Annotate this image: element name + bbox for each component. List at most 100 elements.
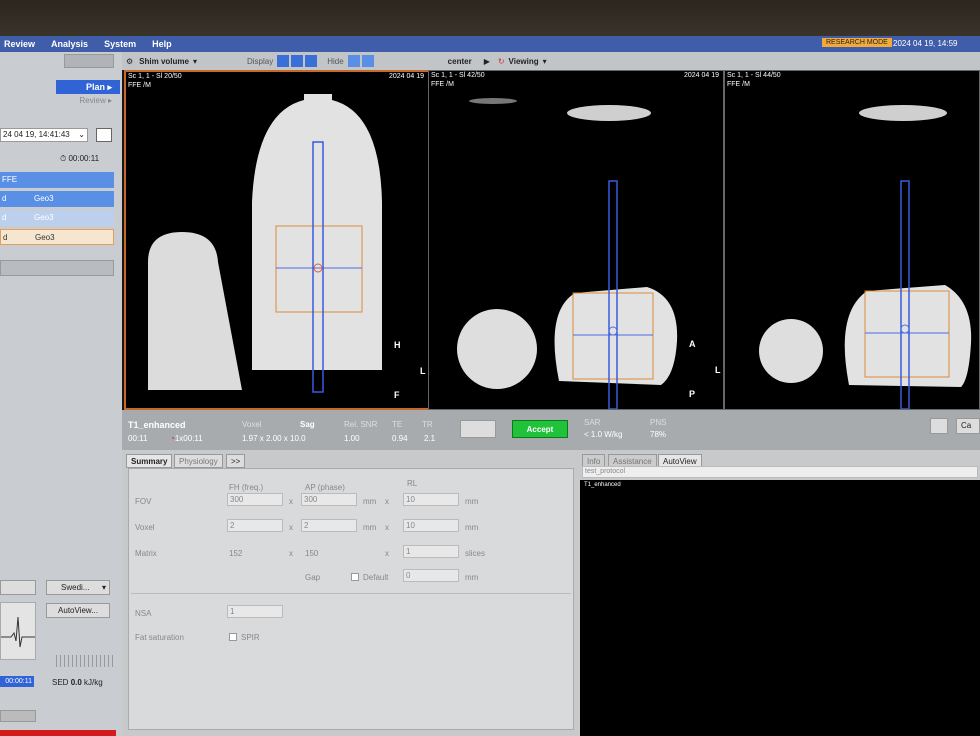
list-item[interactable]: d Geo3	[0, 191, 114, 207]
progress-bar: 00:00:11	[0, 676, 34, 687]
stop-bar[interactable]	[0, 730, 116, 736]
tab-summary[interactable]: Summary	[126, 454, 173, 468]
list-item[interactable]: d Geo3	[0, 229, 114, 245]
x-symbol: x	[289, 549, 293, 558]
fov-ap-field[interactable]: 300	[301, 493, 357, 506]
chevron-down-icon: ▾	[101, 583, 106, 592]
default-label: Default	[363, 573, 389, 582]
matrix-fh-value: 152	[229, 549, 243, 558]
tab-physiology[interactable]: Physiology	[174, 454, 223, 468]
scan-time: 00:11	[128, 434, 148, 443]
x-symbol: x	[289, 523, 293, 532]
tr-label: TR	[422, 420, 433, 429]
clock-icon: ⏱	[60, 154, 67, 163]
orient-bottom: P	[689, 389, 696, 399]
monitor-bezel	[0, 0, 980, 36]
protocol-info-bar: T1_enhanced 00:11 ◔1x00:11 Voxel 1.97 x …	[122, 410, 980, 450]
chevron-down-icon: ▾	[542, 56, 547, 66]
viewing-icon[interactable]: ↻	[498, 57, 505, 66]
default-checkbox[interactable]	[351, 573, 359, 581]
autoview-button[interactable]: AutoView...	[46, 603, 110, 618]
plan-button[interactable]: Plan ▸	[56, 80, 120, 94]
protocol-field[interactable]: test_protocol	[582, 466, 978, 478]
fov-label: FOV	[135, 497, 152, 506]
center-button[interactable]: center	[448, 57, 472, 66]
menu-review[interactable]: Review	[4, 39, 35, 49]
viewing-select[interactable]: Viewing	[509, 57, 539, 66]
chevron-down-icon: ⌄	[78, 130, 85, 139]
hide-icon-2[interactable]	[361, 55, 374, 67]
left-panel: Plan ▸ Review ▸ 24 04 19, 14:41:43 ⌄ ⏱ 00…	[0, 52, 122, 736]
divider	[131, 593, 571, 594]
snr-label: Rel. SNR	[344, 420, 378, 429]
mm-unit: mm	[465, 573, 479, 582]
tab-more[interactable]: >>	[226, 454, 246, 468]
orient-bottom: F	[394, 390, 400, 400]
autoview-panel: Info Assistance AutoView test_protocol T…	[580, 450, 980, 736]
gap-field[interactable]: 0	[403, 569, 459, 582]
column-rl: RL	[407, 479, 418, 488]
hide-icon-1[interactable]	[347, 55, 360, 67]
list-item[interactable]: d Geo3	[0, 210, 114, 226]
calendar-icon[interactable]	[96, 128, 112, 142]
chevron-down-icon: ▾	[192, 56, 197, 66]
left-small-field[interactable]	[0, 580, 36, 595]
shim-volume-select[interactable]: Shim volume	[139, 57, 189, 66]
display-icon-2[interactable]	[291, 55, 304, 67]
spir-checkbox[interactable]	[229, 633, 237, 641]
te-value: 0.94	[392, 434, 408, 443]
nsa-label: NSA	[135, 609, 152, 618]
gap-label: Gap	[305, 573, 321, 582]
axial-image-2	[759, 105, 972, 409]
snr-value: 1.00	[344, 434, 360, 443]
viewer-axial-2[interactable]: Sc 1, 1 - Sl 44/50 FFE /M	[724, 70, 980, 410]
mm-unit: mm	[363, 497, 377, 506]
shim-icon[interactable]: ⚙	[126, 57, 133, 66]
list-item[interactable]: FFE	[0, 172, 114, 188]
date-select[interactable]: 24 04 19, 14:41:43 ⌄	[0, 128, 88, 142]
sar-value: < 1.0 W/kg	[584, 430, 623, 439]
display-icon-1[interactable]	[277, 55, 290, 67]
top-nav-buttons[interactable]	[64, 54, 114, 68]
fov-fh-field[interactable]: 300	[227, 493, 283, 506]
orient-top: A	[689, 339, 696, 349]
spir-label: SPIR	[241, 633, 260, 642]
autoview-listing: T1_enhanced	[580, 480, 980, 736]
play-icon[interactable]: ▶	[484, 57, 490, 66]
review-button[interactable]: Review ▸	[56, 96, 120, 108]
voxel-value: 1.97 x 2.00 x 10.0	[242, 434, 306, 443]
viewer-toolbar: ⚙ Shim volume ▾ Display Hide center ▶ ↻ …	[122, 52, 980, 70]
slices-field[interactable]: 1	[403, 545, 459, 558]
accept-button[interactable]: Accept	[512, 420, 568, 438]
orient-right: L	[420, 366, 426, 376]
viewer-sagittal[interactable]: Sc 1, 1 - Sl 20/50 FFE /M 2024 04 19 H F…	[124, 70, 430, 410]
menu-help[interactable]: Help	[152, 39, 172, 49]
x-symbol: x	[385, 523, 389, 532]
voxel-fh-field[interactable]: 2	[227, 519, 283, 532]
voxel-rl-field[interactable]: 10	[403, 519, 459, 532]
ecg-trace	[0, 602, 36, 660]
nsa-field[interactable]: 1	[227, 605, 283, 618]
summary-form: FH (freq.) AP (phase) RL FOV 300 x 300 m…	[128, 468, 574, 730]
fat-saturation-label: Fat saturation	[135, 633, 184, 642]
axial-image-1	[457, 98, 678, 409]
display-icon-3[interactable]	[305, 55, 318, 67]
menu-system[interactable]: System	[104, 39, 136, 49]
display-label: Display	[246, 56, 274, 66]
mm-unit: mm	[363, 523, 377, 532]
scan-time-dynamic: ◔1x00:11	[170, 434, 203, 443]
cancel-button[interactable]: Ca	[956, 418, 980, 434]
swedi-select[interactable]: Swedi... ▾	[46, 580, 110, 595]
mm-unit: mm	[465, 523, 479, 532]
viewer-axial-1[interactable]: Sc 1, 1 - Sl 42/50 FFE /M 2024 04 19 A P…	[428, 70, 724, 410]
te-label: TE	[392, 420, 403, 429]
screenshot-icon[interactable]	[930, 418, 948, 434]
fov-rl-field[interactable]: 10	[403, 493, 459, 506]
voxel-ap-field[interactable]: 2	[301, 519, 357, 532]
column-fh: FH (freq.)	[229, 483, 264, 492]
left-bottom-field[interactable]	[0, 710, 36, 722]
planning-tools-icon[interactable]	[460, 420, 496, 438]
tr-value: 2.1	[424, 434, 436, 443]
signal-meter	[56, 655, 114, 667]
menu-analysis[interactable]: Analysis	[51, 39, 88, 49]
